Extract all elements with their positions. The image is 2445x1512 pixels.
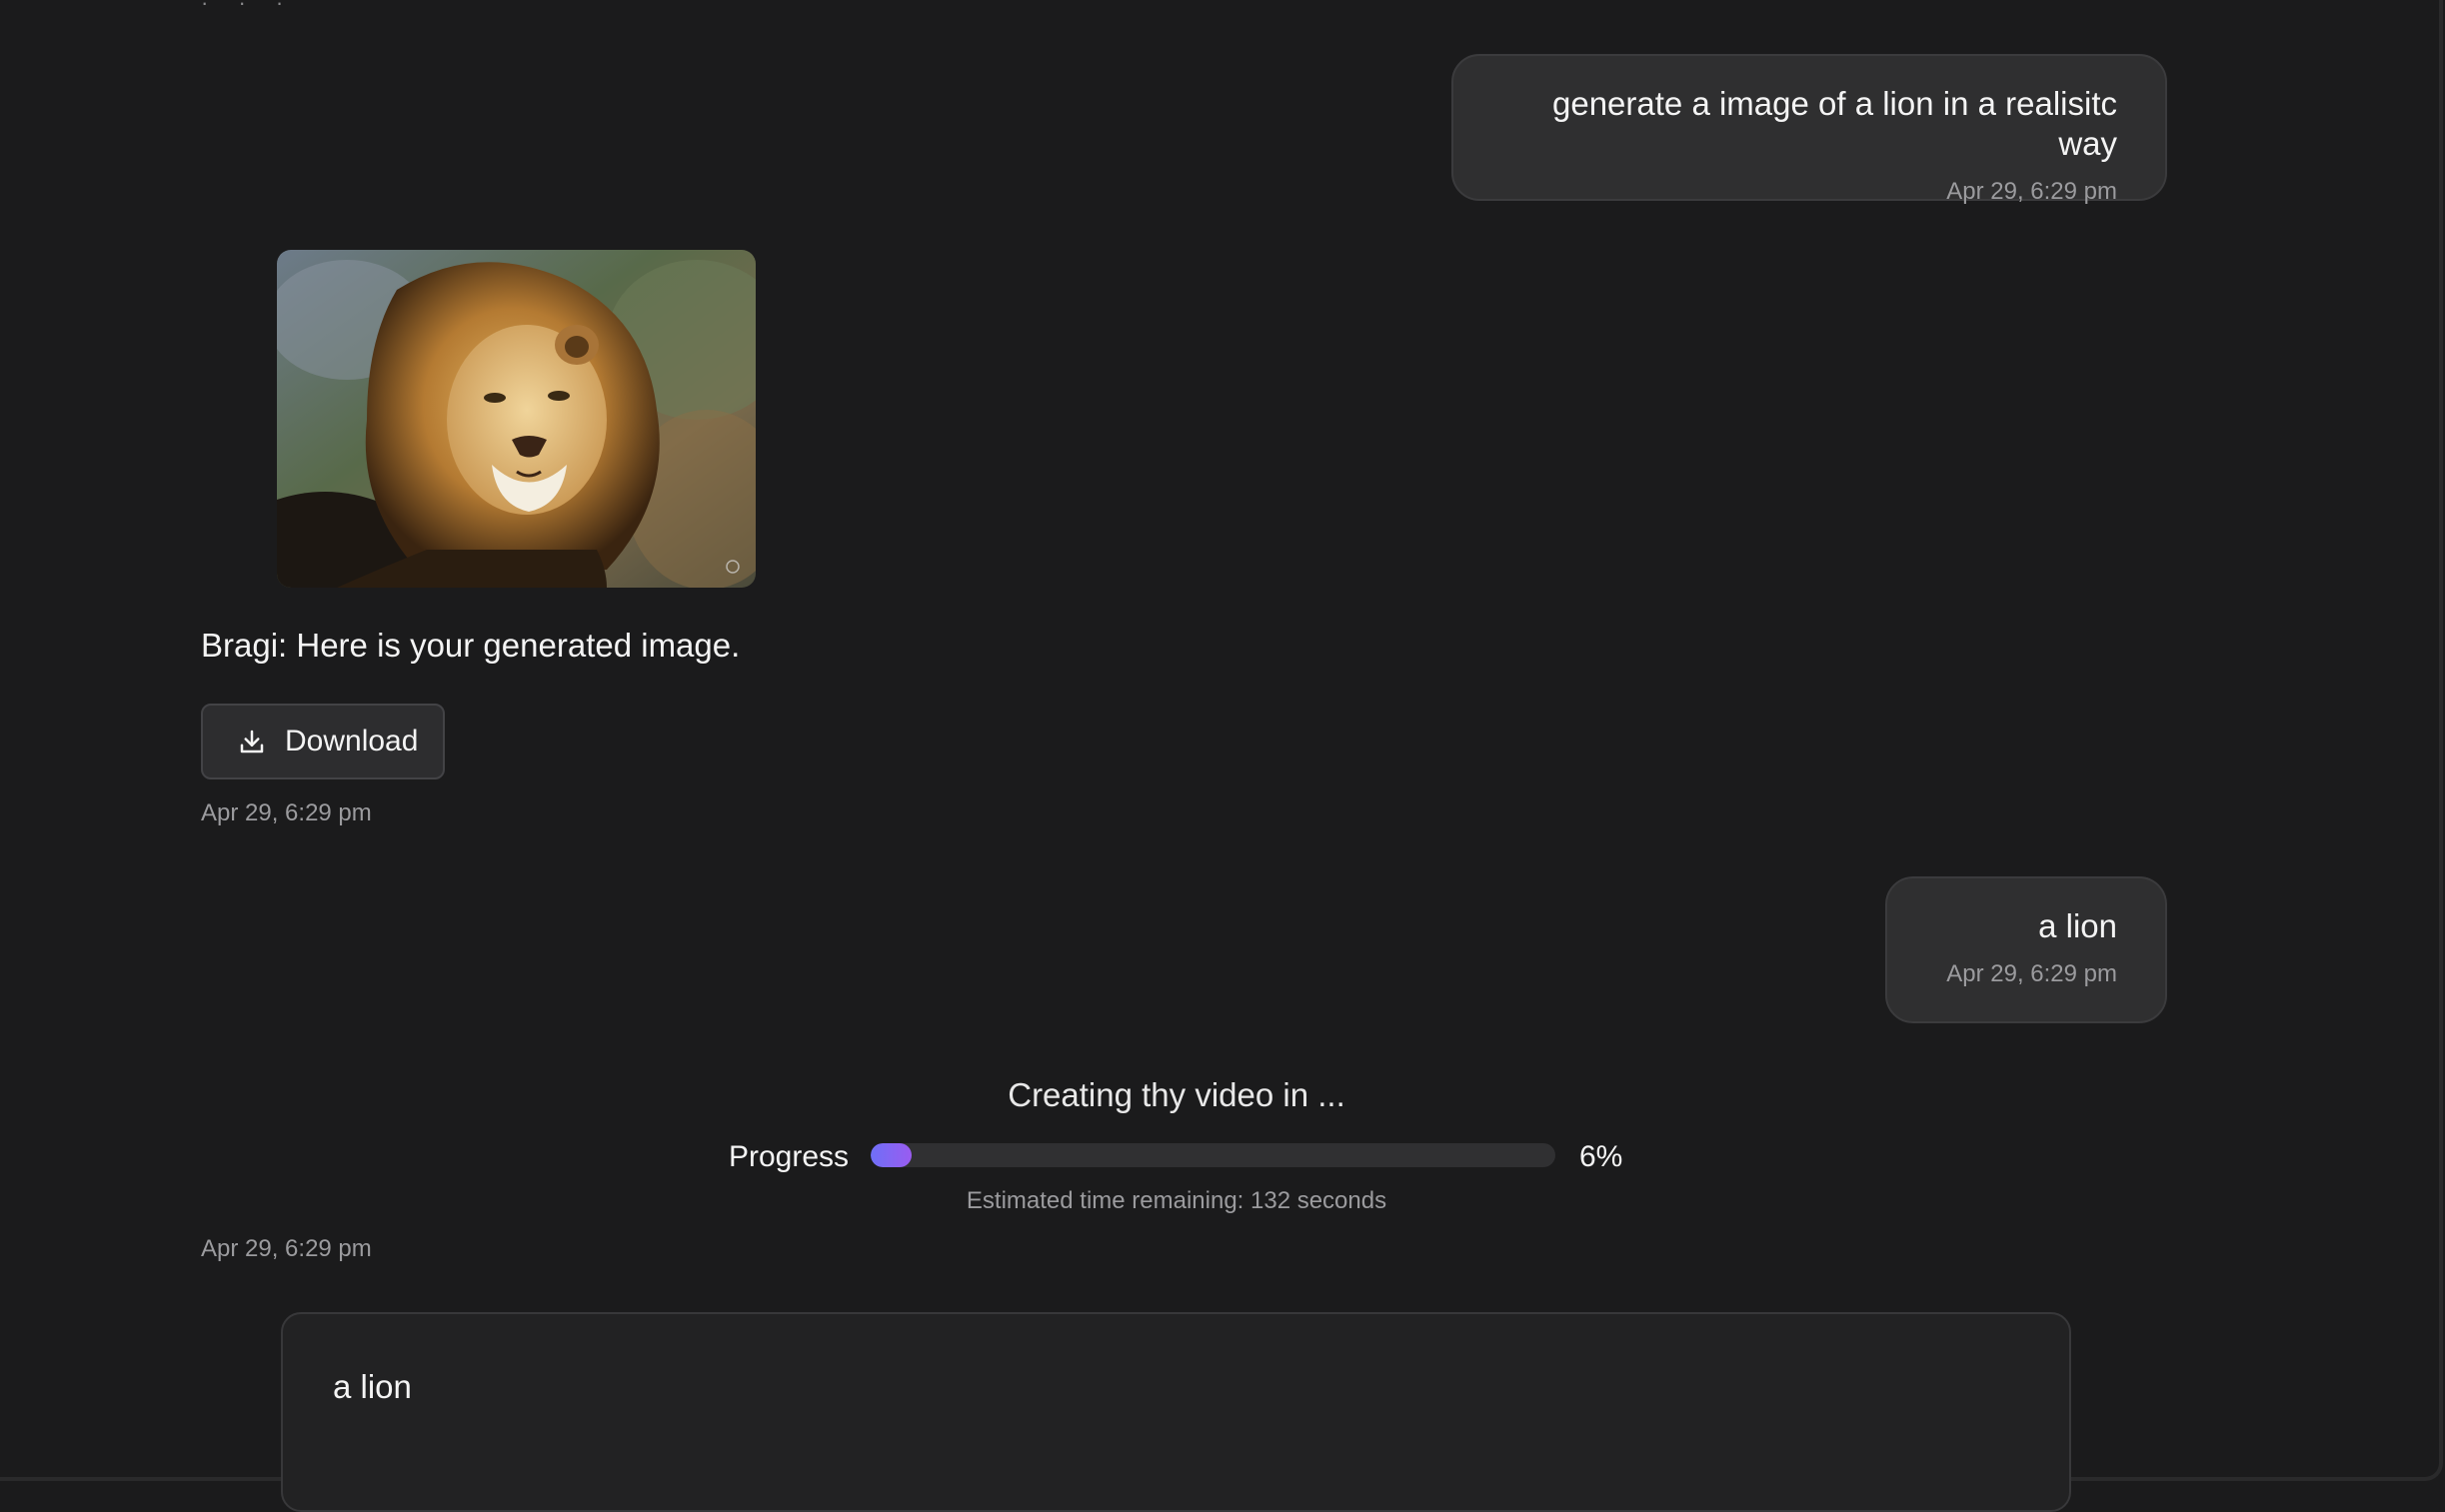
- user-message-bubble: generate a image of a lion in a realisit…: [1451, 54, 2167, 205]
- message-timestamp: Apr 29, 6:29 pm: [201, 799, 372, 826]
- sparkle-icon: [724, 558, 742, 576]
- progress-label: Progress: [729, 1140, 850, 1173]
- progress-bar-fill: [871, 1143, 913, 1167]
- message-timestamp: Apr 29, 6:29 pm: [201, 1235, 372, 1262]
- download-button[interactable]: Download: [201, 704, 445, 779]
- user-message-bubble: a lion Apr 29, 6:29 pm: [1885, 876, 2167, 1023]
- video-progress-title: Creating thy video in ...: [1008, 1076, 1345, 1113]
- message-input[interactable]: a lion: [281, 1312, 2071, 1512]
- generated-image[interactable]: [277, 250, 756, 588]
- user-message-text: generate a image of a lion in a realisit…: [1552, 85, 2117, 162]
- message-timestamp: Apr 29, 6:29 pm: [1946, 178, 2117, 205]
- chat-window: · · · generate a image of a lion in a re…: [0, 0, 2443, 1512]
- progress-eta: Estimated time remaining: 132 seconds: [966, 1187, 1387, 1214]
- bot-reply-text: Bragi: Here is your generated image.: [201, 627, 741, 664]
- user-message-text: a lion: [2038, 907, 2117, 944]
- progress-percent: 6%: [1579, 1140, 1623, 1173]
- download-label: Download: [285, 725, 419, 757]
- message-input-text[interactable]: a lion: [333, 1368, 2019, 1406]
- download-icon: [237, 727, 267, 756]
- scrolled-off-content: · · ·: [201, 0, 296, 15]
- message-timestamp: Apr 29, 6:29 pm: [1946, 960, 2117, 987]
- progress-bar: [871, 1143, 1555, 1167]
